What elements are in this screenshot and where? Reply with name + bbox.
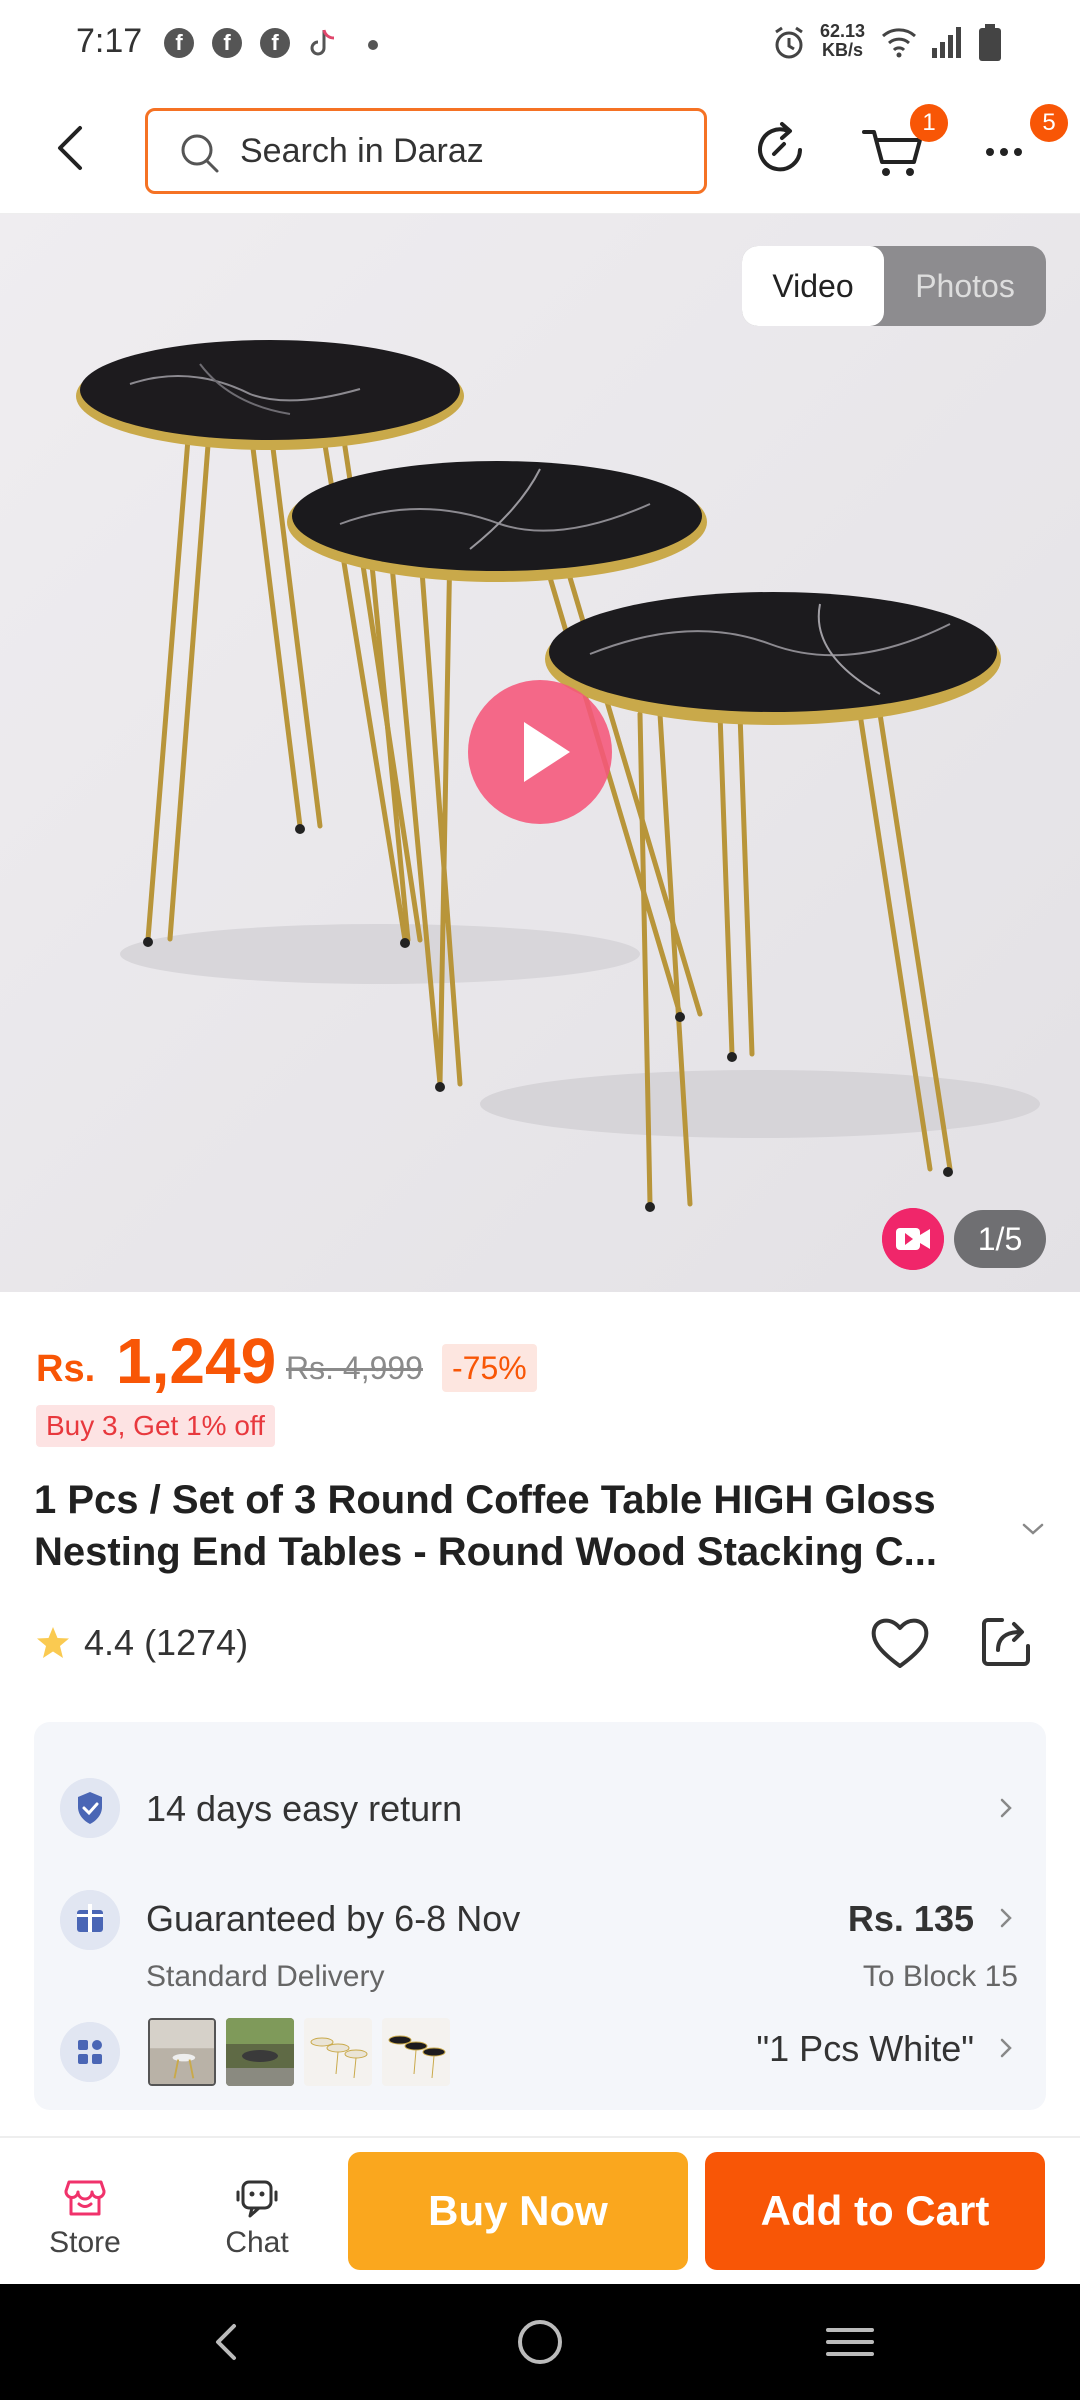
system-home-icon[interactable] (510, 2312, 570, 2372)
cart-badge: 1 (910, 104, 948, 142)
wifi-icon (882, 28, 916, 58)
chevron-right-icon (1000, 1798, 1012, 1818)
header: 1 5 (0, 88, 1080, 214)
promo-chip[interactable]: Buy 3, Get 1% off (36, 1405, 275, 1447)
status-bar: 7:17 f f f 62.13 KB/s (0, 0, 1080, 88)
play-video-button[interactable] (468, 680, 612, 824)
delivery-guarantee: Guaranteed by 6-8 Nov (146, 1898, 521, 1939)
system-recents-icon[interactable] (820, 2312, 880, 2372)
variant-thumbnail[interactable] (226, 2018, 294, 2086)
status-time: 7:17 (76, 22, 143, 60)
tab-video[interactable]: Video (742, 246, 884, 326)
rating-row: 4.4 (1274) (34, 1612, 1044, 1672)
delivery-location: To Block 15 (862, 1960, 1018, 1993)
star-icon (37, 1627, 69, 1658)
chat-label: Chat (225, 2226, 289, 2259)
network-speed: 62.13 KB/s (820, 22, 865, 60)
chevron-right-icon (1000, 1908, 1012, 1928)
delivery-box-icon (60, 1890, 120, 1950)
delivery-type: Standard Delivery (146, 1960, 385, 1993)
search-input[interactable] (240, 125, 680, 177)
price-currency: Rs. (36, 1348, 96, 1390)
selected-variant: "1 Pcs White" (756, 2028, 974, 2069)
discount-badge: -75% (442, 1344, 537, 1392)
product-title: 1 Pcs / Set of 3 Round Coffee Table HIGH… (34, 1478, 937, 1574)
rating-count: (1274) (144, 1622, 249, 1663)
service-info-card: 14 days easy return Guaranteed by 6-8 No… (34, 1722, 1046, 2110)
facebook-icon: f (260, 28, 290, 58)
current-price: 1,249 (116, 1325, 277, 1397)
chevron-right-icon (1000, 2038, 1012, 2058)
back-icon[interactable] (40, 116, 104, 180)
system-back-icon[interactable] (198, 2312, 258, 2372)
facebook-icon: f (164, 28, 194, 58)
chevron-down-icon[interactable] (1018, 1514, 1048, 1544)
shield-check-icon (60, 1778, 120, 1838)
chat-button[interactable]: Chat (200, 2174, 314, 2274)
add-to-cart-button[interactable]: Add to Cart (705, 2152, 1045, 2270)
network-speed-value: 62.13 (820, 21, 866, 41)
system-nav-bar (0, 2284, 1080, 2400)
media-counter: 1/5 (954, 1210, 1046, 1268)
variant-thumbnail[interactable] (304, 2018, 372, 2086)
more-badge: 5 (1030, 104, 1068, 142)
return-policy-text: 14 days easy return (146, 1788, 463, 1829)
chat-icon (236, 2180, 278, 2218)
search-box[interactable] (145, 108, 707, 194)
buy-now-button[interactable]: Buy Now (348, 2152, 688, 2270)
variant-thumbnail[interactable] (382, 2018, 450, 2086)
more-notifications-dot (368, 40, 378, 50)
share-icon[interactable] (976, 1612, 1036, 1672)
tiktok-icon (310, 29, 335, 56)
heart-icon[interactable] (868, 1612, 932, 1672)
rating-summary[interactable]: 4.4 (1274) (84, 1622, 248, 1664)
video-camera-icon[interactable] (882, 1208, 944, 1270)
product-media-gallery[interactable]: Video Photos 1/5 (0, 214, 1080, 1292)
alarm-icon (775, 26, 803, 59)
play-icon (524, 722, 570, 782)
search-icon (181, 134, 219, 173)
variants-grid-icon (60, 2022, 120, 2082)
facebook-icon: f (212, 28, 242, 58)
network-speed-unit: KB/s (822, 40, 864, 60)
history-icon[interactable] (744, 114, 816, 186)
store-icon (64, 2180, 106, 2216)
delivery-fee: Rs. 135 (847, 1898, 974, 1939)
tab-photos[interactable]: Photos (884, 246, 1046, 326)
signal-icon (932, 27, 961, 58)
price-row: Rs. 1,249 Rs. 4,999 -75% (36, 1322, 1036, 1402)
bottom-action-bar: Store Chat Buy Now Add to Cart (0, 2138, 1080, 2284)
store-button[interactable]: Store (28, 2174, 142, 2274)
battery-icon (979, 24, 1001, 61)
store-label: Store (49, 2226, 121, 2259)
original-price: Rs. 4,999 (286, 1350, 423, 1386)
cart-button[interactable]: 1 (858, 104, 948, 186)
rating-value: 4.4 (84, 1622, 135, 1663)
variant-thumbnail[interactable] (148, 2018, 216, 2086)
media-toggle[interactable]: Video Photos (742, 246, 1046, 326)
more-button[interactable]: 5 (974, 104, 1068, 186)
